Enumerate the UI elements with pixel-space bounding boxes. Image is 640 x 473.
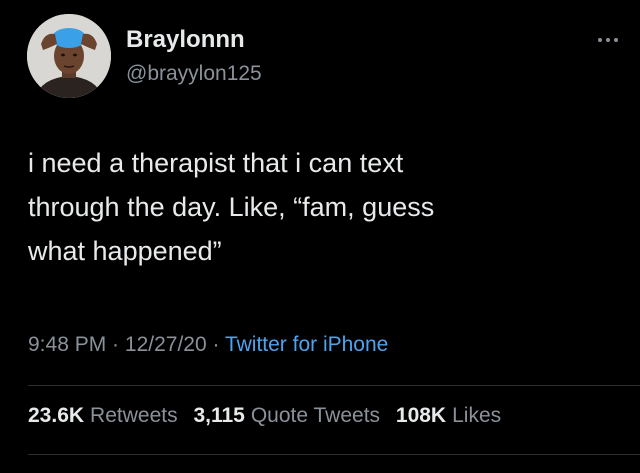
meta-separator: · [106, 333, 125, 356]
divider [28, 385, 640, 386]
tweet-text: i need a therapist that i can text throu… [28, 141, 588, 273]
tweet-text-line: i need a therapist that i can text [28, 148, 404, 178]
retweets-label: Retweets [90, 404, 178, 427]
avatar-photo [27, 14, 111, 98]
retweets-stat[interactable]: 23.6K Retweets [28, 404, 178, 427]
likes-stat[interactable]: 108K Likes [396, 404, 501, 427]
retweets-count: 23.6K [28, 404, 85, 427]
tweet-text-line: through the day. Like, “fam, guess [28, 192, 435, 222]
quote-tweets-count: 3,115 [193, 404, 245, 427]
more-dots-icon[interactable] [596, 32, 620, 42]
tweet-source-link[interactable]: Twitter for iPhone [225, 333, 388, 356]
avatar[interactable] [27, 14, 111, 98]
author-display-name[interactable]: Braylonnn [126, 26, 245, 54]
tweet: Braylonnn @brayylon125 i need a therapis… [0, 0, 640, 473]
tweet-text-line: what happened” [28, 236, 222, 266]
tweet-date[interactable]: 12/27/20 [125, 333, 207, 356]
meta-separator: · [206, 333, 225, 356]
tweet-stats: 23.6K Retweets 3,115 Quote Tweets 108K Like… [28, 404, 511, 428]
tweet-meta: 9:48 PM · 12/27/20 · Twitter for iPhone [28, 333, 388, 357]
likes-count: 108K [395, 404, 447, 427]
divider [28, 454, 640, 455]
quote-tweets-label: Quote Tweets [250, 404, 381, 427]
author-handle[interactable]: @brayylon125 [126, 62, 262, 86]
quote-tweets-stat[interactable]: 3,115 Quote Tweets [193, 404, 380, 427]
likes-label: Likes [452, 404, 502, 427]
tweet-time[interactable]: 9:48 PM [28, 333, 106, 356]
